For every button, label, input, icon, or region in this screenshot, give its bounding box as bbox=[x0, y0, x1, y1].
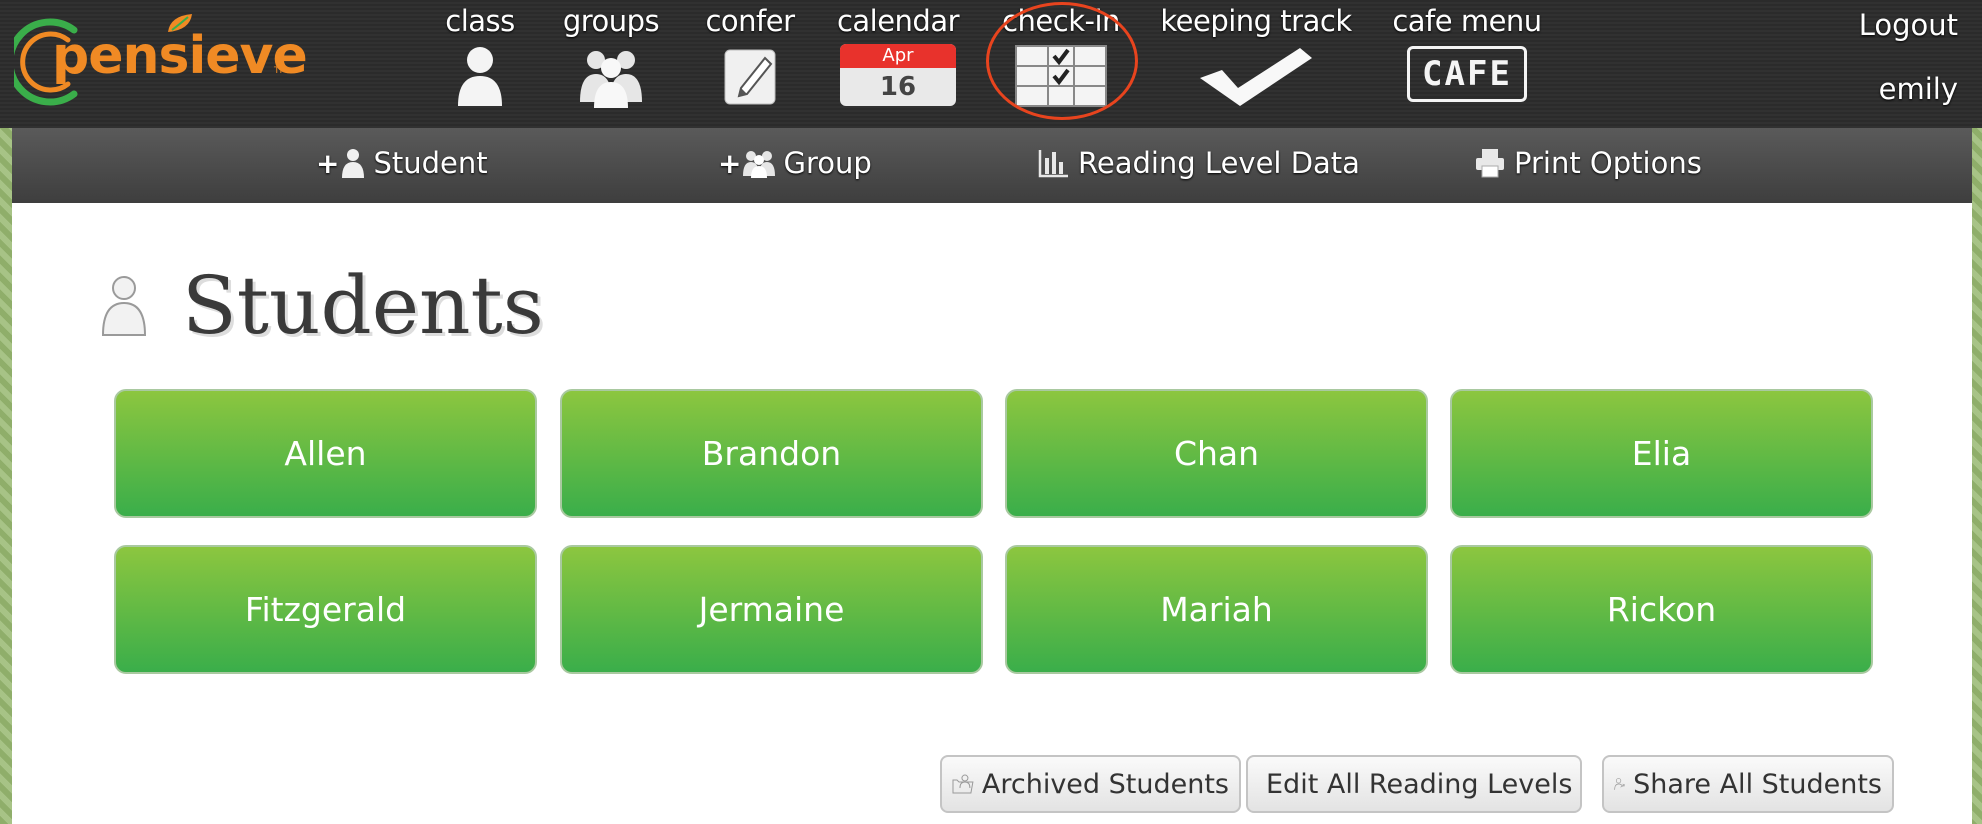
student-button-jermaine[interactable]: Jermaine bbox=[560, 545, 983, 674]
nav-calendar[interactable]: calendar Apr 16 bbox=[836, 4, 960, 124]
logo-text: pensieve bbox=[52, 26, 308, 86]
nav-class[interactable]: class bbox=[440, 4, 520, 124]
username-label: emily bbox=[1878, 72, 1958, 106]
pensieve-logo[interactable]: pensieve TM bbox=[14, 8, 308, 108]
plus-sign: + bbox=[316, 146, 340, 180]
top-navigation-bar: pensieve TM class groups confer calendar… bbox=[0, 0, 1982, 128]
edit-all-reading-levels-button[interactable]: Edit All Reading Levels bbox=[1246, 755, 1582, 813]
group-icon bbox=[580, 51, 642, 108]
student-button-elia[interactable]: Elia bbox=[1450, 389, 1873, 518]
add-student-icon bbox=[342, 149, 365, 178]
calendar-icon: Apr 16 bbox=[840, 44, 956, 106]
nav-keeping-track[interactable]: keeping track bbox=[1158, 4, 1354, 124]
print-options-button[interactable]: Print Options bbox=[1474, 146, 1702, 180]
archive-folder-icon bbox=[952, 774, 974, 794]
bar-chart-icon bbox=[1038, 150, 1068, 178]
student-button-brandon[interactable]: Brandon bbox=[560, 389, 983, 518]
cafe-sign-text: CAFE bbox=[1422, 54, 1512, 94]
add-group-label: Group bbox=[783, 146, 872, 180]
nav-confer[interactable]: confer bbox=[700, 4, 800, 124]
student-button-mariah[interactable]: Mariah bbox=[1005, 545, 1428, 674]
main-content: Students Allen Brandon Chan Elia Fitzger… bbox=[12, 203, 1972, 824]
add-student-button[interactable]: + Student bbox=[316, 146, 488, 180]
reading-level-data-button[interactable]: Reading Level Data bbox=[1038, 146, 1360, 180]
printer-icon bbox=[1476, 149, 1504, 178]
secondary-toolbar: + Student + Group Reading Level Data Pri… bbox=[12, 128, 1972, 203]
pencil-note-icon bbox=[724, 49, 776, 105]
student-outline-icon bbox=[101, 276, 147, 336]
edit-all-reading-levels-label: Edit All Reading Levels bbox=[1266, 768, 1573, 800]
check-in-highlight-circle bbox=[986, 2, 1138, 120]
archived-students-label: Archived Students bbox=[981, 768, 1229, 800]
nav-cafe-menu[interactable]: cafe menu CAFE bbox=[1392, 4, 1542, 124]
nav-keeping-track-label: keeping track bbox=[1160, 4, 1352, 38]
person-icon bbox=[458, 47, 502, 106]
logo-leaf-icon bbox=[168, 14, 192, 32]
student-button-fitzgerald[interactable]: Fitzgerald bbox=[114, 545, 537, 674]
page-title: Students bbox=[182, 259, 544, 352]
calendar-month: Apr bbox=[840, 44, 956, 68]
student-button-chan[interactable]: Chan bbox=[1005, 389, 1428, 518]
nav-confer-label: confer bbox=[705, 4, 795, 38]
nav-class-label: class bbox=[445, 4, 515, 38]
checkmark-icon bbox=[1200, 48, 1312, 106]
share-all-students-button[interactable]: Share All Students bbox=[1602, 755, 1894, 813]
add-group-button[interactable]: + Group bbox=[718, 146, 872, 180]
logout-link[interactable]: Logout bbox=[1859, 8, 1958, 42]
share-student-icon bbox=[1614, 778, 1625, 790]
share-all-students-label: Share All Students bbox=[1633, 768, 1882, 800]
student-button-rickon[interactable]: Rickon bbox=[1450, 545, 1873, 674]
reading-level-data-label: Reading Level Data bbox=[1078, 146, 1360, 180]
nav-groups-label: groups bbox=[562, 4, 660, 38]
calendar-day: 16 bbox=[879, 72, 917, 102]
add-student-label: Student bbox=[373, 146, 488, 180]
plus-sign: + bbox=[718, 146, 742, 180]
add-group-icon bbox=[743, 151, 776, 178]
student-button-allen[interactable]: Allen bbox=[114, 389, 537, 518]
nav-calendar-label: calendar bbox=[836, 4, 960, 38]
archived-students-button[interactable]: Archived Students bbox=[940, 755, 1241, 813]
cafe-icon: CAFE bbox=[1407, 46, 1527, 102]
logo-trademark: TM bbox=[274, 66, 288, 76]
nav-cafe-menu-label: cafe menu bbox=[1392, 4, 1542, 38]
print-options-label: Print Options bbox=[1514, 146, 1702, 180]
nav-groups[interactable]: groups bbox=[556, 4, 666, 124]
